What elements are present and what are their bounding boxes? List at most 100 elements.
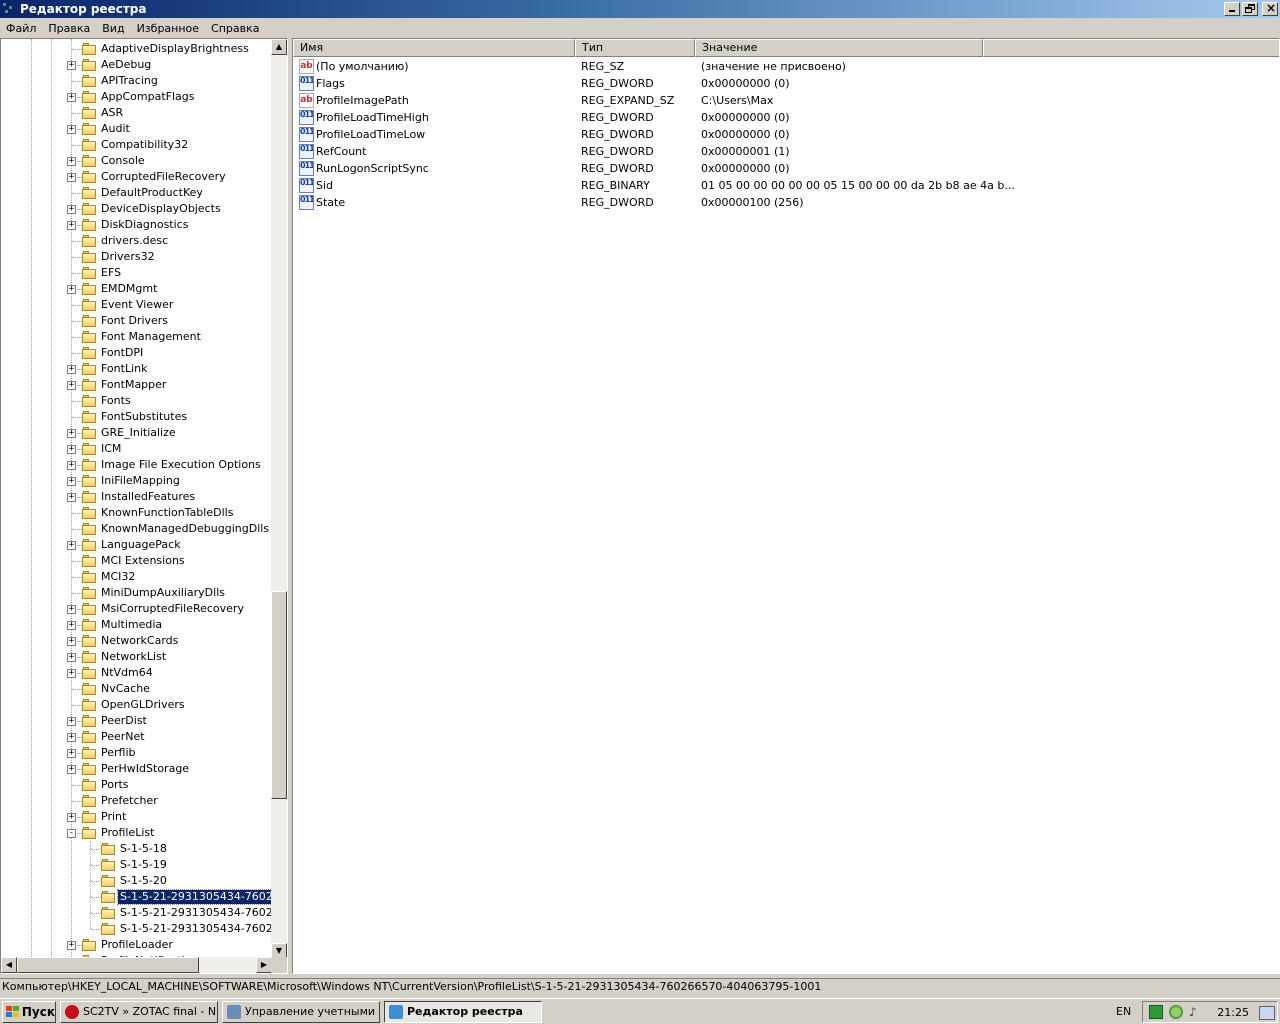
tree-item[interactable]: + EMDMgmt [1, 281, 272, 297]
menu-edit[interactable]: Правка [42, 22, 96, 35]
value-row[interactable]: 011 010RunLogonScriptSync REG_DWORD 0x0000… [293, 160, 1279, 177]
tree-item[interactable]: Drivers32 [1, 249, 272, 265]
tree-item[interactable]: APITracing [1, 73, 272, 89]
tree-item[interactable]: + DiskDiagnostics [1, 217, 272, 233]
expand-icon[interactable]: + [67, 605, 76, 614]
tree-item[interactable]: S-1-5-20 [1, 873, 272, 889]
tree-item[interactable]: Compatibility32 [1, 137, 272, 153]
expand-icon[interactable]: + [67, 621, 76, 630]
tree-item[interactable]: Font Management [1, 329, 272, 345]
tree-item[interactable]: + AeDebug [1, 57, 272, 73]
taskbar-button[interactable]: Редактор реестра [384, 1000, 542, 1023]
expand-icon[interactable]: + [67, 461, 76, 470]
taskbar-button[interactable]: SC2TV » ZOTAC final - N... [60, 1000, 218, 1023]
tree-item[interactable]: EFS [1, 265, 272, 281]
scroll-left-arrow-icon[interactable]: ◀ [1, 957, 17, 973]
scroll-up-arrow-icon[interactable]: ▲ [271, 39, 287, 55]
menu-favorites[interactable]: Избранное [131, 22, 205, 35]
value-row[interactable]: 011 010State REG_DWORD 0x00000100 (256) [293, 194, 1279, 211]
tree-item[interactable]: + Print [1, 809, 272, 825]
expand-icon[interactable]: + [67, 173, 76, 182]
start-button[interactable]: Пуск [2, 1000, 56, 1023]
horizontal-scroll-thumb[interactable] [17, 957, 199, 973]
tree-item[interactable]: + FontLink [1, 361, 272, 377]
language-indicator[interactable]: EN [1116, 1005, 1131, 1018]
tree-item[interactable]: + ICM [1, 441, 272, 457]
tree-item[interactable]: + MsiCorruptedFileRecovery [1, 601, 272, 617]
collapse-icon[interactable]: - [67, 829, 76, 838]
expand-icon[interactable]: + [67, 941, 76, 950]
expand-icon[interactable]: + [67, 813, 76, 822]
tree-item[interactable]: KnownFunctionTableDlls [1, 505, 272, 521]
expand-icon[interactable]: + [67, 765, 76, 774]
tree-item[interactable]: + GRE_Initialize [1, 425, 272, 441]
tree-item[interactable]: + Multimedia [1, 617, 272, 633]
tree-item[interactable]: Prefetcher [1, 793, 272, 809]
tree-item[interactable]: + IniFileMapping [1, 473, 272, 489]
tree-item[interactable]: + LanguagePack [1, 537, 272, 553]
expand-icon[interactable]: + [67, 653, 76, 662]
value-row[interactable]: 011 010ProfileLoadTimeLow REG_DWORD 0x0000… [293, 126, 1279, 143]
tree-item[interactable]: + InstalledFeatures [1, 489, 272, 505]
tree-item[interactable]: MCI Extensions [1, 553, 272, 569]
taskbar-button[interactable]: Управление учетными ... [222, 1000, 380, 1023]
tree-item[interactable]: + PeerDist [1, 713, 272, 729]
tree-item[interactable]: S-1-5-21-2931305434-7602665 [1, 905, 272, 921]
value-row[interactable]: ab ProfileImagePath REG_EXPAND_SZ C:\Users\… [293, 92, 1279, 109]
expand-icon[interactable]: + [67, 381, 76, 390]
speaker-icon[interactable]: ♪ [1189, 1005, 1203, 1019]
expand-icon[interactable]: + [67, 125, 76, 134]
expand-icon[interactable]: + [67, 285, 76, 294]
expand-icon[interactable]: + [67, 669, 76, 678]
expand-icon[interactable]: + [67, 445, 76, 454]
menu-help[interactable]: Справка [205, 22, 265, 35]
vertical-scroll-thumb[interactable] [271, 591, 287, 799]
expand-icon[interactable]: + [67, 429, 76, 438]
value-row[interactable]: 011 010RefCount REG_DWORD 0x00000001 (1) [293, 143, 1279, 160]
tree-item[interactable]: + Perflib [1, 745, 272, 761]
minimize-button[interactable] [1224, 2, 1240, 16]
scroll-right-arrow-icon[interactable]: ▶ [256, 957, 272, 973]
close-button[interactable]: × [1262, 1, 1278, 16]
tree-item[interactable]: DefaultProductKey [1, 185, 272, 201]
column-header-value[interactable]: Значение [695, 39, 983, 57]
expand-icon[interactable]: + [67, 205, 76, 214]
show-desktop-icon[interactable] [1259, 1006, 1275, 1020]
expand-icon[interactable]: + [67, 93, 76, 102]
tree-item[interactable]: + CorruptedFileRecovery [1, 169, 272, 185]
tray-app-icon[interactable] [1149, 1005, 1163, 1019]
tree-item[interactable]: Font Drivers [1, 313, 272, 329]
tree-item[interactable]: + Console [1, 153, 272, 169]
tree-item[interactable]: FontDPI [1, 345, 272, 361]
tree-item[interactable]: AdaptiveDisplayBrightness [1, 41, 272, 57]
tree-item[interactable]: Ports [1, 777, 272, 793]
restore-button[interactable] [1242, 2, 1258, 16]
tree-item[interactable]: S-1-5-18 [1, 841, 272, 857]
tree-item[interactable]: S-1-5-21-2931305434-7602665 [1, 889, 272, 905]
tree-item[interactable]: KnownManagedDebuggingDlls [1, 521, 272, 537]
expand-icon[interactable]: + [67, 61, 76, 70]
expand-icon[interactable]: + [67, 541, 76, 550]
tree-vertical-scrollbar[interactable]: ▲ ▼ [271, 39, 287, 959]
expand-icon[interactable]: + [67, 477, 76, 486]
expand-icon[interactable]: + [67, 733, 76, 742]
column-header-type[interactable]: Тип [575, 39, 695, 57]
tree-item[interactable]: NvCache [1, 681, 272, 697]
value-row[interactable]: 011 010Flags REG_DWORD 0x00000000 (0) [293, 75, 1279, 92]
expand-icon[interactable]: + [67, 717, 76, 726]
value-row[interactable]: 011 010Sid REG_BINARY 01 05 00 00 00 00 00… [293, 177, 1279, 194]
tree-item[interactable]: + PeerNet [1, 729, 272, 745]
menu-file[interactable]: Файл [0, 22, 42, 35]
tree-item[interactable]: + ProfileLoader [1, 937, 272, 953]
tree-item[interactable]: S-1-5-21-2931305434-7602665 [1, 921, 272, 937]
tree-item[interactable]: - ProfileList [1, 825, 272, 841]
tree-item[interactable]: + NetworkList [1, 649, 272, 665]
tree-item[interactable]: + PerHwIdStorage [1, 761, 272, 777]
menu-view[interactable]: Вид [96, 22, 130, 35]
tree-item[interactable]: + FontMapper [1, 377, 272, 393]
tree-item[interactable]: + NetworkCards [1, 633, 272, 649]
tree-item[interactable]: + NtVdm64 [1, 665, 272, 681]
tree-item[interactable]: MCI32 [1, 569, 272, 585]
expand-icon[interactable]: + [67, 749, 76, 758]
tree-item[interactable]: S-1-5-19 [1, 857, 272, 873]
